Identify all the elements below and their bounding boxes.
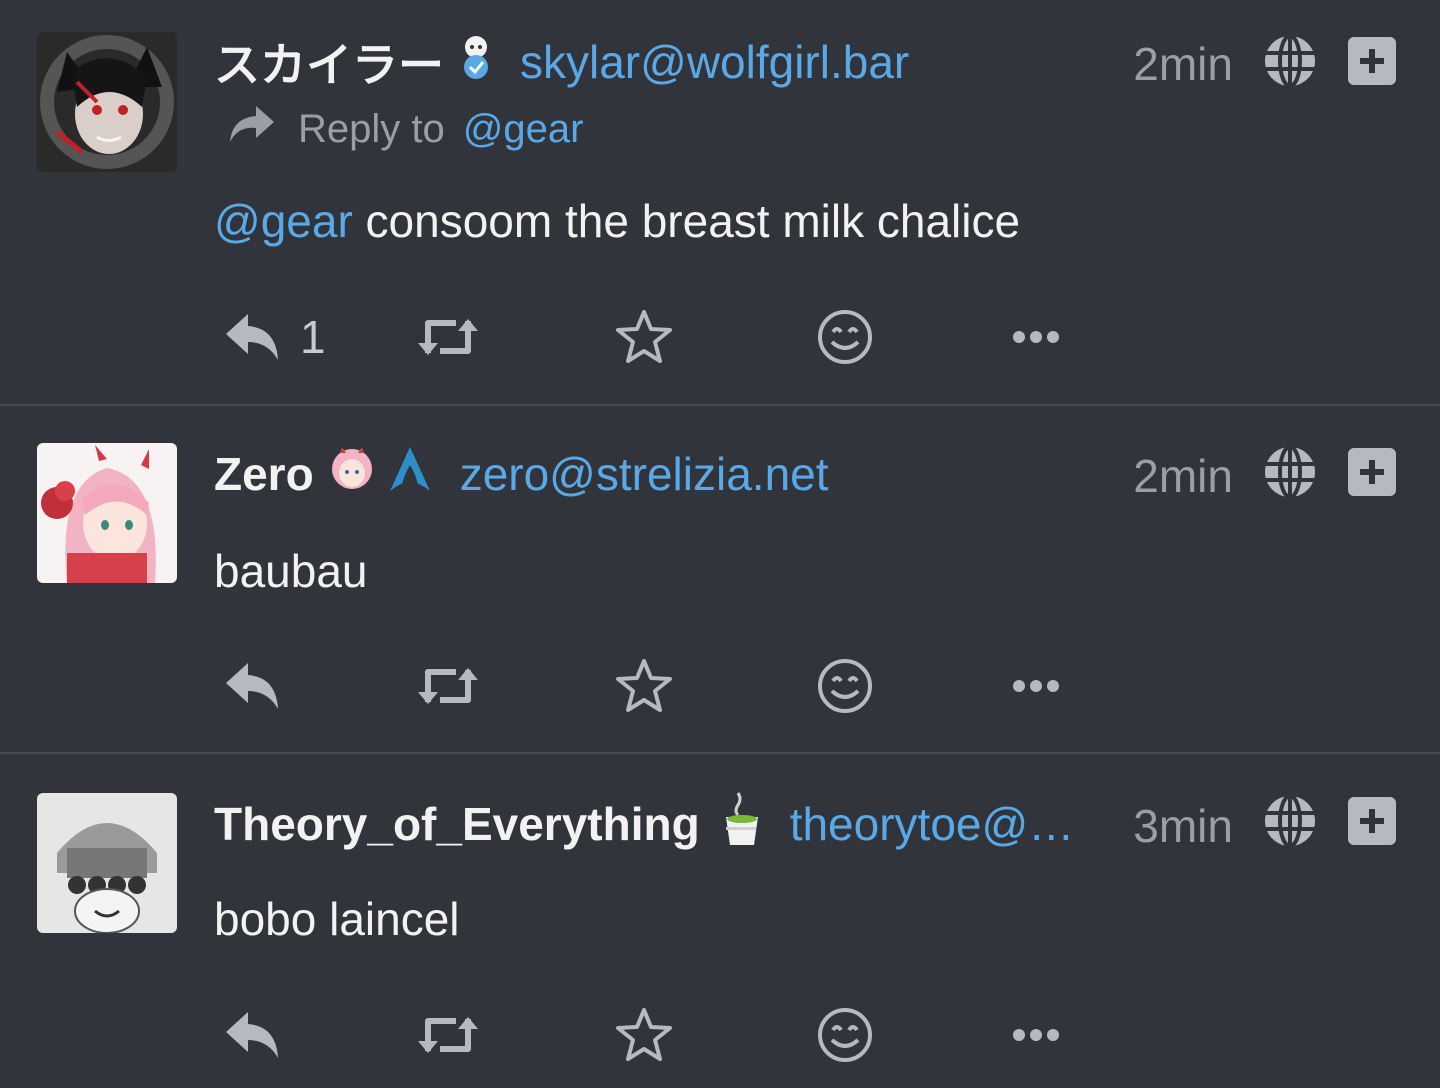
star-icon [614,657,674,715]
reply-to-mention[interactable]: @gear [463,107,584,152]
avatar[interactable] [37,32,177,172]
ellipsis-icon [1012,330,1060,344]
content-mention[interactable]: @gear [214,195,353,247]
react-button[interactable] [816,1000,874,1070]
content-text: consoom the breast milk chalice [352,195,1021,247]
post-time[interactable]: 2min [1133,34,1233,94]
post-header: スカイラー skylar@wolfgirl.bar [214,32,909,92]
display-name[interactable]: Zero [214,447,314,501]
smile-icon [816,657,874,715]
user-handle[interactable]: skylar@wolfgirl.bar [520,35,909,89]
display-name[interactable]: スカイラー [214,29,444,95]
display-name[interactable]: Theory_of_Everything [214,797,700,851]
post-content: bobo laincel [214,892,460,946]
action-bar [0,651,1440,721]
retweet-icon [416,664,480,708]
status-post: Zero zero@strelizia.net 2min baubau [0,406,1440,752]
reply-icon [224,1010,282,1060]
post-header: Zero zero@strelizia.net [214,444,829,504]
reply-button[interactable] [224,1000,282,1070]
user-handle[interactable]: theorytoe@a… [790,797,1100,851]
post-time[interactable]: 3min [1133,796,1233,856]
globe-icon[interactable] [1262,444,1318,500]
reply-to-line: Reply to @gear [226,104,583,154]
repeat-button[interactable] [416,651,480,721]
reply-button[interactable] [224,651,282,721]
more-button[interactable] [1012,302,1060,372]
status-post: スカイラー skylar@wolfgirl.bar 2min Reply to … [0,0,1440,405]
repeat-button[interactable] [416,302,480,372]
star-icon [614,1006,674,1064]
reply-arrow-icon [226,104,276,154]
globe-icon[interactable] [1262,793,1318,849]
content-text: bobo laincel [214,893,460,945]
plus-square-icon[interactable] [1348,797,1396,845]
favorite-button[interactable] [614,651,674,721]
favorite-button[interactable] [614,1000,674,1070]
reply-button[interactable]: 1 [224,302,326,372]
globe-icon[interactable] [1262,33,1318,89]
user-handle[interactable]: zero@strelizia.net [460,447,829,501]
favorite-button[interactable] [614,302,674,372]
zero-two-emoji [328,445,376,504]
post-content: baubau [214,544,368,598]
action-bar [0,1000,1440,1070]
reply-to-label: Reply to [298,106,445,151]
plus-square-icon[interactable] [1348,448,1396,496]
action-bar: 1 [0,302,1440,372]
smile-icon [816,1006,874,1064]
timeline: スカイラー skylar@wolfgirl.bar 2min Reply to … [0,0,1440,1088]
reply-count: 1 [300,311,326,363]
smile-icon [816,308,874,366]
repeat-button[interactable] [416,1000,480,1070]
react-button[interactable] [816,651,874,721]
reply-icon [224,312,282,362]
ellipsis-icon [1012,679,1060,693]
react-button[interactable] [816,302,874,372]
post-time[interactable]: 2min [1133,446,1233,506]
retweet-icon [416,315,480,359]
status-post: Theory_of_Everything theorytoe@a… 3min b… [0,754,1440,1088]
post-content: @gear consoom the breast milk chalice [214,194,1020,248]
avatar[interactable] [37,443,177,583]
reply-icon [224,661,282,711]
avatar[interactable] [37,793,177,933]
star-icon [614,308,674,366]
ellipsis-icon [1012,1028,1060,1042]
verified-girl-emoji [458,33,494,92]
retweet-icon [416,1013,480,1057]
green-tea-emoji [720,791,764,858]
plus-square-icon[interactable] [1348,37,1396,85]
content-text: baubau [214,545,368,597]
more-button[interactable] [1012,1000,1060,1070]
more-button[interactable] [1012,651,1060,721]
post-header: Theory_of_Everything theorytoe@a… [214,791,1100,854]
arch-linux-emoji [386,445,434,504]
